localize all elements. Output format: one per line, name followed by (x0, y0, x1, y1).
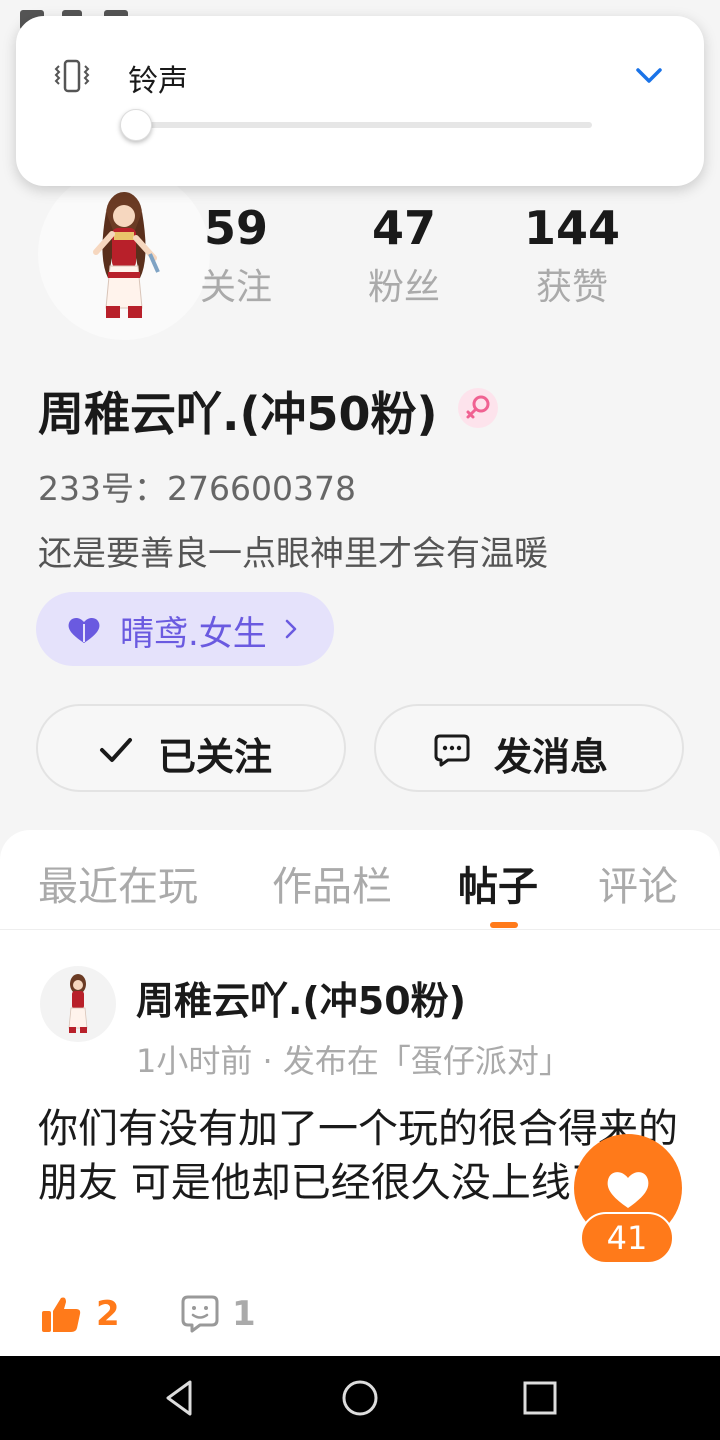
followed-button[interactable]: 已关注 (36, 704, 346, 792)
volume-slider-thumb[interactable] (120, 109, 152, 141)
profile-uid: 233号：276600378 (38, 469, 356, 508)
content-panel: 最近在玩 作品栏 帖子 评论 周稚云吖.(冲50粉) 1小时前 · 发布在「蛋仔… (0, 830, 720, 1360)
stat-followers[interactable]: 47 粉丝 (334, 196, 474, 316)
home-icon[interactable] (338, 1376, 382, 1420)
stat-likes[interactable]: 144 获赞 (502, 196, 642, 316)
send-message-button[interactable]: 发消息 (374, 704, 684, 792)
stat-label: 粉丝 (367, 267, 440, 308)
female-icon (458, 388, 498, 428)
stat-value: 59 (203, 201, 268, 255)
tab-recently-played[interactable]: 最近在玩 (38, 854, 198, 912)
stat-label: 关注 (199, 267, 272, 308)
profile-tabs: 最近在玩 作品栏 帖子 评论 (0, 830, 720, 930)
system-navigation-bar (0, 1356, 720, 1440)
profile-tag-chip[interactable]: 晴鸢.女生 (36, 592, 334, 666)
vibrate-icon[interactable] (52, 58, 92, 94)
floating-like-count: 41 (580, 1212, 674, 1264)
profile-bio: 还是要善良一点眼神里才会有温暖 (38, 534, 548, 574)
avatar-character-image (68, 974, 88, 1033)
followed-button-label: 已关注 (158, 735, 273, 779)
active-tab-indicator (490, 922, 518, 928)
comment-icon[interactable] (180, 1294, 220, 1334)
chat-bubble-icon (434, 734, 470, 767)
post-author-name[interactable]: 周稚云吖.(冲50粉) (136, 970, 466, 1025)
chevron-right-icon (285, 619, 297, 639)
recents-icon[interactable] (518, 1376, 562, 1420)
stat-following[interactable]: 59 关注 (166, 196, 306, 316)
check-icon (100, 738, 132, 762)
post-comment-count: 1 (232, 1294, 256, 1334)
thumbs-up-icon[interactable] (40, 1294, 82, 1334)
back-icon[interactable] (158, 1376, 202, 1420)
stat-value: 144 (523, 201, 621, 255)
profile-nickname: 周稚云吖.(冲50粉) (38, 387, 438, 441)
post-meta: 1小时前 · 发布在「蛋仔派对」 (136, 1042, 571, 1080)
post-like-count: 2 (96, 1294, 120, 1334)
tab-posts[interactable]: 帖子 (458, 854, 538, 912)
heart-icon (607, 1172, 649, 1208)
chevron-down-icon[interactable] (634, 64, 664, 88)
heart-icon (68, 617, 100, 643)
volume-stream-label: 铃声 (128, 64, 188, 99)
send-message-label: 发消息 (494, 735, 609, 779)
profile-tag-label: 晴鸢.女生 (120, 614, 267, 654)
post-author-avatar[interactable] (40, 966, 116, 1042)
volume-panel: 铃声 (16, 16, 704, 186)
volume-slider-track[interactable] (128, 122, 592, 128)
stat-value: 47 (371, 201, 436, 255)
tab-comments[interactable]: 评论 (598, 854, 678, 912)
stat-label: 获赞 (535, 267, 608, 308)
tab-works[interactable]: 作品栏 (272, 854, 392, 912)
